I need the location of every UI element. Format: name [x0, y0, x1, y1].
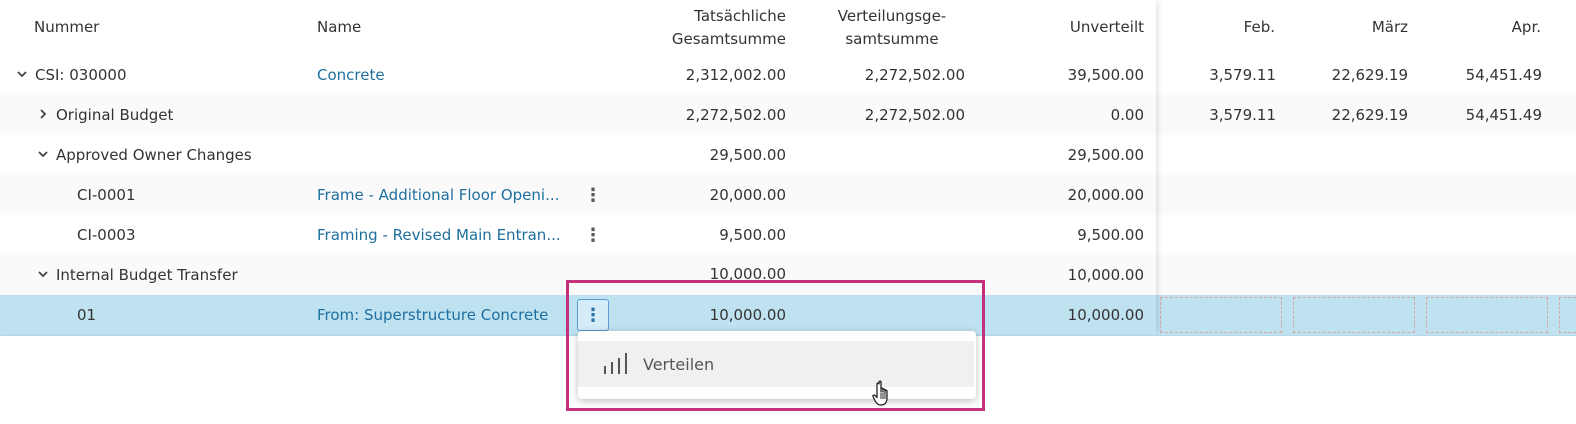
bar-chart-icon — [601, 350, 629, 382]
month-input-feb[interactable] — [1160, 297, 1282, 333]
frozen-columns-shadow — [0, 0, 1156, 334]
column-header-apr[interactable]: Apr. — [1430, 0, 1541, 55]
hand-pointer-icon — [872, 380, 894, 412]
row-feb: 3,579.11 — [1209, 106, 1276, 124]
row-feb: 3,579.11 — [1209, 66, 1276, 84]
row-maerz: 22,629.19 — [1331, 106, 1408, 124]
month-input-apr[interactable] — [1426, 297, 1548, 333]
menu-item-label: Verteilen — [643, 354, 715, 374]
column-header-feb[interactable]: Feb. — [1160, 0, 1275, 55]
month-input-next[interactable] — [1559, 297, 1576, 333]
column-header-maerz[interactable]: März — [1290, 0, 1408, 55]
menu-item-verteilen[interactable]: Verteilen — [578, 341, 974, 387]
row-maerz: 22,629.19 — [1331, 66, 1408, 84]
row-actions-menu: Verteilen — [578, 331, 976, 399]
row-apr: 54,451.49 — [1465, 66, 1542, 84]
month-input-maerz[interactable] — [1293, 297, 1415, 333]
row-apr: 54,451.49 — [1465, 106, 1542, 124]
